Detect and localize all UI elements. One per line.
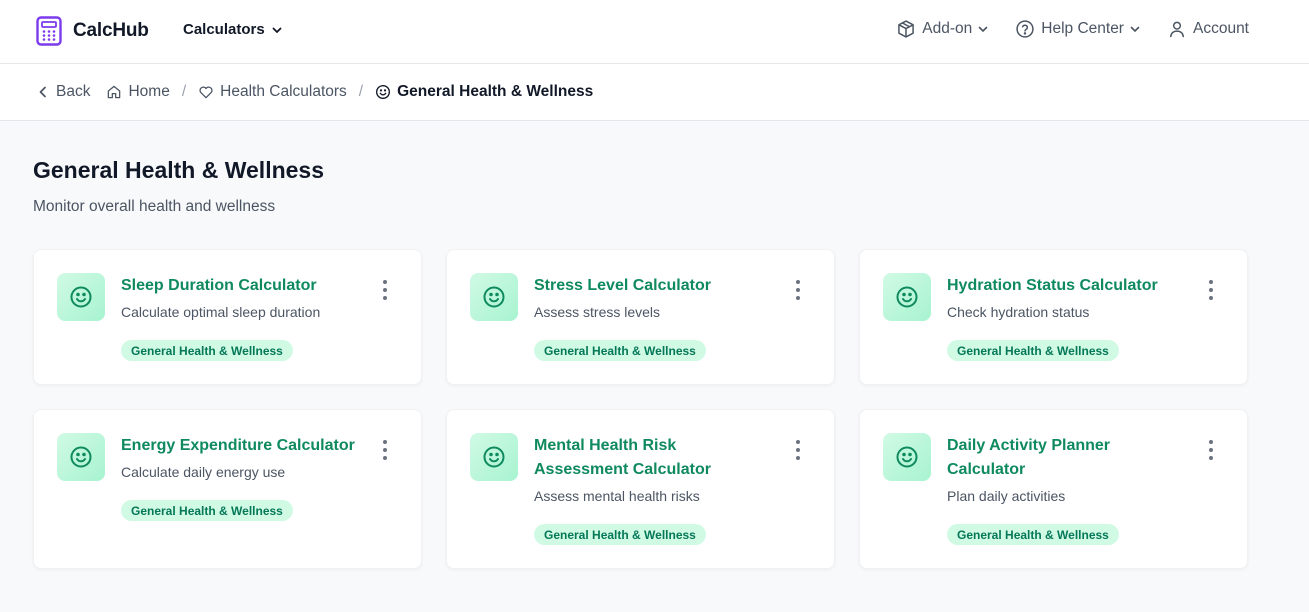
back-label: Back: [56, 83, 91, 100]
smile-icon: [70, 446, 92, 468]
card-description: Assess mental health risks: [534, 488, 700, 504]
main-content: General Health & Wellness Monitor overal…: [0, 157, 1309, 569]
logo[interactable]: CalcHub: [36, 16, 149, 46]
category-tag: General Health & Wellness: [121, 340, 293, 361]
account-menu[interactable]: Account: [1167, 19, 1249, 39]
user-icon: [1169, 21, 1184, 38]
breadcrumb-current-label: General Health & Wellness: [397, 83, 594, 100]
addon-label: Add-on: [922, 20, 973, 37]
page-subtitle: Monitor overall health and wellness: [33, 198, 276, 215]
card-icon-box: [883, 273, 931, 321]
page-title: General Health & Wellness: [33, 157, 325, 183]
card-title[interactable]: Hydration Status Calculator: [947, 274, 1187, 298]
breadcrumb-home[interactable]: Home: [106, 83, 170, 101]
breadcrumb-separator: /: [358, 83, 364, 100]
category-tag: General Health & Wellness: [534, 340, 706, 361]
breadcrumb: Back Home / Health Calculators / General…: [0, 64, 1309, 121]
more-options-icon[interactable]: [1207, 440, 1215, 460]
home-icon: [108, 85, 121, 99]
smile-icon: [376, 85, 391, 99]
breadcrumb-home-label: Home: [128, 83, 170, 100]
card-title[interactable]: Mental Health Risk Assessment Calculator: [534, 434, 774, 482]
card-title[interactable]: Stress Level Calculator: [534, 274, 774, 298]
category-tag: General Health & Wellness: [121, 500, 293, 521]
category-tag: General Health & Wellness: [947, 524, 1119, 545]
back-link[interactable]: Back: [36, 83, 90, 101]
app-name: CalcHub: [73, 20, 149, 41]
account-label: Account: [1192, 20, 1249, 37]
card-title[interactable]: Sleep Duration Calculator: [121, 274, 361, 298]
smile-icon: [896, 446, 918, 468]
card-icon-box: [57, 433, 105, 481]
category-tag: General Health & Wellness: [947, 340, 1119, 361]
more-options-icon[interactable]: [1207, 280, 1215, 300]
breadcrumb-separator: /: [181, 83, 187, 100]
breadcrumb-current: General Health & Wellness: [375, 83, 593, 101]
calculator-card[interactable]: Mental Health Risk Assessment Calculator…: [446, 409, 835, 569]
more-options-icon[interactable]: [794, 440, 802, 460]
more-options-icon[interactable]: [381, 440, 389, 460]
chevron-left-icon: [39, 86, 46, 98]
smile-icon: [483, 446, 505, 468]
card-description: Calculate daily energy use: [121, 464, 286, 480]
heart-icon: [199, 86, 213, 99]
smile-icon: [483, 286, 505, 308]
help-center-menu[interactable]: Help Center: [1015, 19, 1141, 39]
chevron-down-icon: [272, 27, 282, 33]
breadcrumb-health-label: Health Calculators: [220, 83, 347, 100]
card-description: Check hydration status: [947, 304, 1090, 320]
card-description: Calculate optimal sleep duration: [121, 304, 321, 320]
card-icon-box: [470, 273, 518, 321]
smile-icon: [70, 286, 92, 308]
card-title[interactable]: Energy Expenditure Calculator: [121, 434, 361, 458]
package-icon: [898, 20, 915, 38]
chevron-down-icon: [978, 26, 988, 32]
category-tag: General Health & Wellness: [534, 524, 706, 545]
calculator-card[interactable]: Hydration Status Calculator Check hydrat…: [859, 249, 1248, 385]
help-circle-icon: [1016, 20, 1034, 38]
card-icon-box: [883, 433, 931, 481]
calculator-card[interactable]: Daily Activity Planner Calculator Plan d…: [859, 409, 1248, 569]
calculator-card[interactable]: Stress Level Calculator Assess stress le…: [446, 249, 835, 385]
calculators-menu-label: Calculators: [183, 21, 265, 38]
addon-menu[interactable]: Add-on: [896, 19, 989, 39]
chevron-down-icon: [1130, 26, 1140, 32]
top-header: CalcHub Calculators Add-on Help Center A…: [0, 0, 1309, 64]
card-description: Assess stress levels: [534, 304, 661, 320]
card-description: Plan daily activities: [947, 488, 1066, 504]
card-icon-box: [470, 433, 518, 481]
breadcrumb-health-calculators[interactable]: Health Calculators: [198, 83, 347, 101]
more-options-icon[interactable]: [381, 280, 389, 300]
header-right-nav: Add-on Help Center Account: [870, 19, 1249, 39]
calculator-logo-icon: [36, 16, 62, 46]
calculator-card[interactable]: Energy Expenditure Calculator Calculate …: [33, 409, 422, 569]
calculator-card[interactable]: Sleep Duration Calculator Calculate opti…: [33, 249, 422, 385]
card-title[interactable]: Daily Activity Planner Calculator: [947, 434, 1147, 482]
calculators-menu[interactable]: Calculators: [183, 21, 283, 38]
card-icon-box: [57, 273, 105, 321]
smile-icon: [896, 286, 918, 308]
more-options-icon[interactable]: [794, 280, 802, 300]
help-center-label: Help Center: [1041, 20, 1124, 37]
